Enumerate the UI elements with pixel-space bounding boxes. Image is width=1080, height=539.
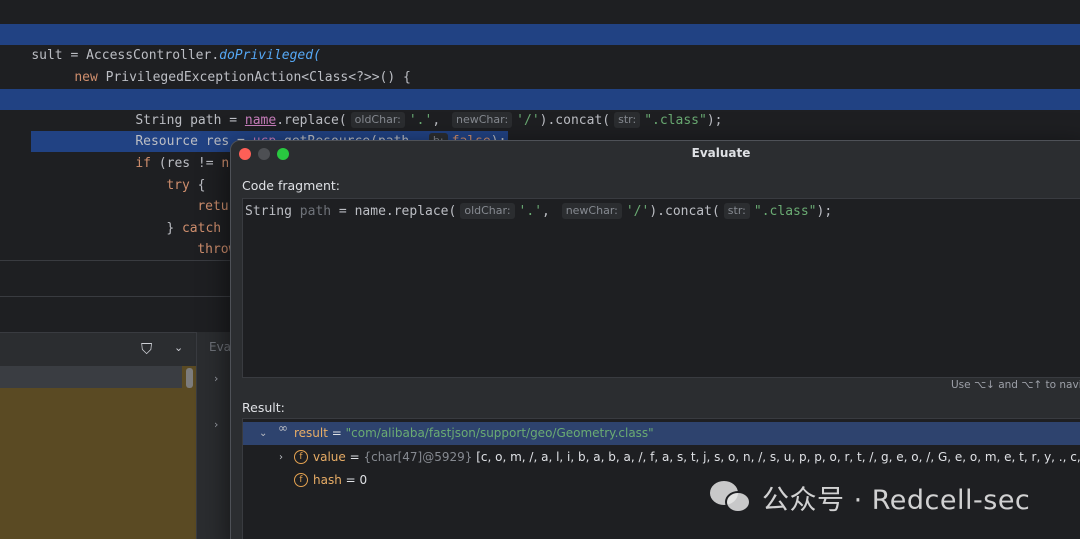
code-line-3[interactable]: public Class<?> run() throws ClassNotFou… xyxy=(74,67,520,106)
code-text: ); xyxy=(816,204,833,219)
code-variable: path xyxy=(299,204,332,219)
watch-icon: ∞ xyxy=(278,421,288,435)
param-hint: str: xyxy=(614,112,641,128)
history-navigation-hint: Use ⌥↓ and ⌥↑ to navig xyxy=(951,379,1080,391)
code-string: '/' xyxy=(516,113,540,128)
chevron-down-icon[interactable]: ⌄ xyxy=(259,422,267,445)
code-line-5[interactable]: Resource res = ucp.getResource(path, b:f… xyxy=(0,110,509,152)
code-text: ); xyxy=(706,113,723,128)
code-fragment-input[interactable]: String path = name.replace(oldChar: '.', … xyxy=(242,198,1080,378)
code-text: ).concat( xyxy=(649,204,720,219)
evaluate-tab-label[interactable]: Eva xyxy=(209,340,231,354)
chat-bubble xyxy=(725,491,751,513)
param-hint: str: xyxy=(723,203,750,219)
filter-icon[interactable]: ⛉ xyxy=(141,340,152,358)
code-fragment-text: String path = name.replace(oldChar: '.', … xyxy=(245,203,833,219)
value-entry: value = {char[47]@5929} [c, o, m, /, a, … xyxy=(313,446,1080,469)
result-row[interactable]: ⌄ ∞ result = "com/alibaba/fastjson/suppo… xyxy=(243,422,1080,445)
result-entry: result = "com/alibaba/fastjson/support/g… xyxy=(294,422,654,445)
chevron-right-icon[interactable]: › xyxy=(214,418,218,431)
variables-panel[interactable]: Eva › › xyxy=(196,332,231,539)
code-string: ".class" xyxy=(753,204,817,219)
param-hint: oldChar: xyxy=(460,203,515,219)
value-chars: [c, o, m, /, a, l, i, b, a, b, a, /, f, … xyxy=(476,450,1080,464)
code-string: '.' xyxy=(518,204,543,219)
hash-entry: hash = 0 xyxy=(313,469,367,492)
result-value: "com/alibaba/fastjson/support/geo/Geomet… xyxy=(345,426,654,440)
code-line-2[interactable]: new PrivilegedExceptionAction<Class<?>>(… xyxy=(43,46,411,85)
code-string: '/' xyxy=(625,204,650,219)
code-text: String xyxy=(245,204,300,219)
hash-value: 0 xyxy=(359,473,368,487)
field-icon: f xyxy=(294,450,308,464)
equals: = xyxy=(341,473,360,487)
code-text: = name.replace( xyxy=(331,204,457,219)
chevron-right-icon[interactable]: › xyxy=(214,372,218,385)
code-line-1[interactable]: sult = AccessController.doPrivileged( xyxy=(0,24,1080,63)
wechat-icon xyxy=(710,477,754,517)
watermark-text: 公众号 · Redcell-sec xyxy=(762,484,1031,516)
chevron-down-icon[interactable]: ⌄ xyxy=(174,341,183,354)
code-string: ".class" xyxy=(644,113,707,128)
code-line-7[interactable]: try { xyxy=(135,154,205,193)
frames-panel[interactable] xyxy=(0,366,196,539)
dialog-title: Evaluate xyxy=(691,146,751,160)
selected-frame-row[interactable] xyxy=(0,366,182,388)
param-hint: newChar: xyxy=(561,203,622,219)
dialog-titlebar[interactable]: Evaluate xyxy=(231,141,1080,167)
code-line-4[interactable]: String path = name.replace(oldChar: '.', … xyxy=(0,89,1080,128)
code-fragment-label: Code fragment: xyxy=(242,178,341,193)
code-text: ).concat( xyxy=(539,113,611,128)
field-icon: f xyxy=(294,473,308,487)
chevron-right-icon[interactable]: › xyxy=(279,446,283,469)
value-type: {char[47]@5929} xyxy=(363,450,477,464)
value-name: value xyxy=(313,450,346,464)
equals: = xyxy=(327,426,346,440)
result-name: result xyxy=(294,426,328,440)
divider xyxy=(0,296,230,297)
result-label: Result: xyxy=(242,400,285,415)
watermark: 公众号 · Redcell-sec xyxy=(710,476,1030,518)
hash-name: hash xyxy=(313,473,342,487)
equals: = xyxy=(345,450,364,464)
scrollbar[interactable] xyxy=(186,368,193,388)
